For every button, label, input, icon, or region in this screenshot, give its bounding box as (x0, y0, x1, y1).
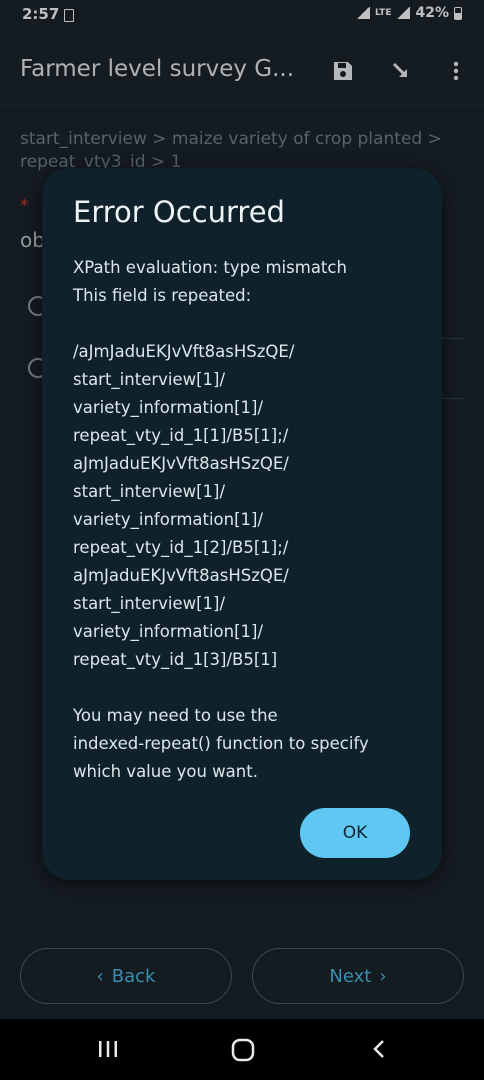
dialog-line: aJmJaduEKJvVft8asHSzQE/ (73, 454, 289, 473)
dialog-line: variety_information[1]/ (73, 510, 264, 529)
dialog-line: /aJmJaduEKJvVft8asHSzQE/ (73, 342, 295, 361)
recent-apps-icon[interactable] (96, 1037, 120, 1065)
home-icon[interactable] (230, 1037, 256, 1067)
dialog-line: You may need to use the (73, 706, 278, 725)
chevron-left-icon: ‹ (96, 965, 104, 987)
back-label: Back (111, 965, 156, 987)
dialog-line: aJmJaduEKJvVft8asHSzQE/ (73, 566, 289, 585)
back-nav-icon[interactable] (368, 1037, 392, 1065)
system-nav-bar (0, 1019, 484, 1080)
chevron-right-icon: › (379, 965, 387, 987)
dialog-line: variety_information[1]/ (73, 622, 264, 641)
dialog-line: repeat_vty_id_1[2]/B5[1];/ (73, 538, 289, 557)
dialog-line: indexed-repeat() function to specify (73, 734, 369, 753)
dialog-line: start_interview[1]/ (73, 370, 226, 389)
dialog-line: start_interview[1]/ (73, 482, 226, 501)
dialog-line: variety_information[1]/ (73, 398, 264, 417)
dialog-line: which value you want. (73, 762, 258, 781)
dialog-line: This field is repeated: (73, 286, 252, 305)
dialog-line: start_interview[1]/ (73, 594, 226, 613)
error-dialog: Error Occurred XPath evaluation: type mi… (42, 168, 442, 880)
dialog-line: repeat_vty_id_1[3]/B5[1] (73, 650, 278, 669)
dialog-line: XPath evaluation: type mismatch (73, 258, 347, 277)
ok-button[interactable]: OK (300, 808, 410, 858)
next-button[interactable]: Next › (252, 948, 464, 1004)
back-button[interactable]: ‹ Back (20, 948, 232, 1004)
dialog-line: repeat_vty_id_1[1]/B5[1];/ (73, 426, 289, 445)
next-label: Next (329, 965, 372, 987)
dialog-title: Error Occurred (73, 195, 285, 229)
